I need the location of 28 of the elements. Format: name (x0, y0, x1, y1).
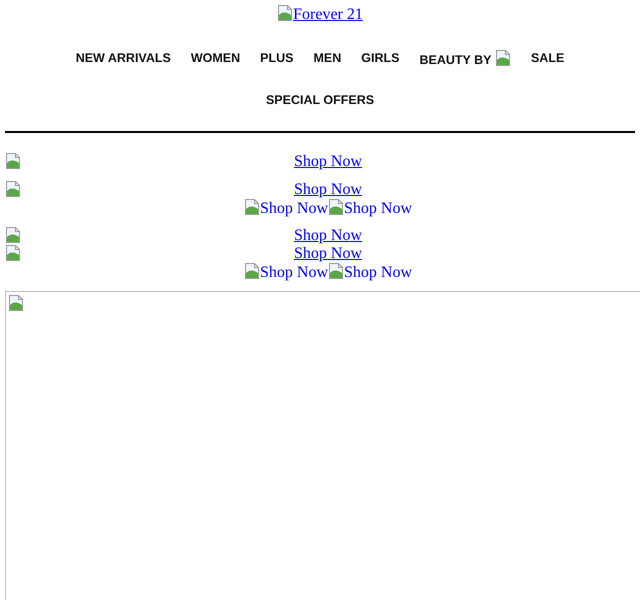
broken-image-icon (5, 181, 21, 197)
shop-now-link[interactable]: Shop Now (328, 264, 412, 281)
nav-link[interactable]: PLUS (260, 50, 294, 68)
nav-link[interactable]: SPECIAL OFFERS (266, 92, 374, 108)
shop-now-link[interactable]: Shop Now (294, 245, 362, 262)
shop-now-link[interactable]: Shop Now (294, 153, 362, 170)
broken-image-icon (328, 263, 344, 279)
broken-image-icon (244, 263, 260, 279)
nav-link[interactable]: WOMEN (190, 50, 240, 68)
broken-image-icon (8, 295, 24, 311)
shop-now-link[interactable]: Shop Now (244, 264, 328, 281)
broken-image-icon (244, 199, 260, 215)
shop-now-link[interactable]: Shop Now (294, 181, 362, 198)
broken-image-icon (328, 199, 344, 215)
nav-link[interactable]: GIRLS (361, 50, 400, 68)
shop-now-link[interactable]: Shop Now (244, 200, 328, 217)
logo-link[interactable]: Forever 21 (277, 6, 363, 23)
nav-link[interactable]: MEN (313, 50, 342, 68)
broken-image-icon (5, 245, 21, 261)
broken-image-icon (5, 153, 21, 169)
shop-now-link[interactable]: Shop Now (294, 227, 362, 244)
nav-link[interactable]: NEW ARRIVALS (76, 50, 171, 68)
broken-image-icon (494, 50, 511, 66)
nav-link[interactable]: SALE (530, 50, 564, 68)
nav-link[interactable]: BEAUTY BY (419, 50, 511, 68)
shop-now-link[interactable]: Shop Now (328, 200, 412, 217)
broken-image-icon (5, 227, 21, 243)
broken-image-icon (277, 5, 294, 21)
